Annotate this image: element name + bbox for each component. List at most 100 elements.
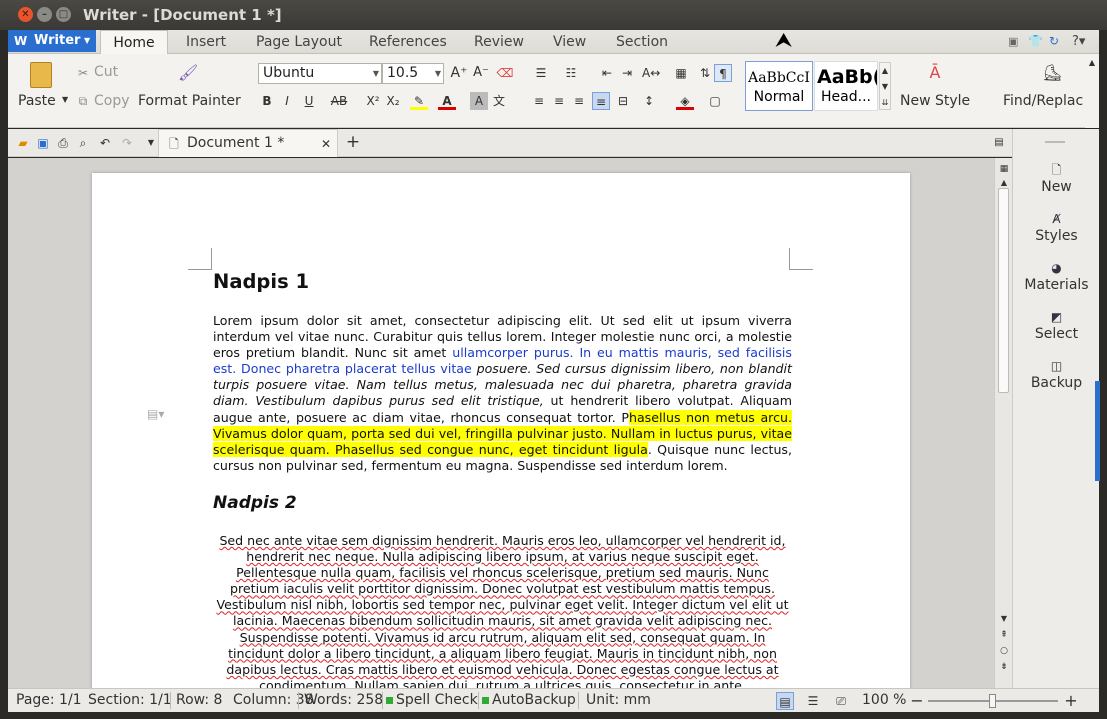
print-icon[interactable]: ⎙ — [54, 134, 72, 152]
maximize-window-icon[interactable]: □ — [56, 7, 71, 22]
tab-section[interactable]: Section — [616, 30, 668, 54]
char-spacing-icon[interactable]: A↔ — [642, 64, 660, 82]
numbered-list-icon[interactable]: ☷ — [562, 64, 580, 82]
next-page-icon[interactable]: ⇟ — [995, 658, 1013, 676]
style-gallery-scroll[interactable]: ▲ ▼ ⇊ — [879, 62, 891, 110]
page-view-icon[interactable]: ▤ — [776, 692, 794, 710]
document-workspace[interactable]: ▤▾ Nadpis 1 Lorem ipsum dolor sit amet, … — [8, 158, 994, 688]
tab-view[interactable]: View — [553, 30, 586, 54]
new-tab-icon[interactable]: + — [344, 133, 362, 151]
tab-insert[interactable]: Insert — [186, 30, 226, 54]
paragraph-1[interactable]: Lorem ipsum dolor sit amet, consectetur … — [213, 313, 792, 474]
help-icon[interactable]: ?▾ — [1072, 34, 1085, 49]
clear-format-icon[interactable]: ⌫ — [496, 64, 514, 82]
format-painter-button[interactable]: Format Painter — [138, 93, 241, 109]
char-shading-icon[interactable]: A — [470, 92, 488, 110]
doc-tab[interactable]: 🗋 Document 1 * ✕ — [158, 129, 338, 157]
font-size-select[interactable]: 10.5 ▼ — [382, 63, 444, 84]
table-icon[interactable]: ▦ — [672, 64, 690, 82]
status-unit[interactable]: Unit: mm — [586, 692, 651, 708]
style-heading[interactable]: AaBb( Head... — [814, 61, 878, 111]
italic-icon[interactable]: I — [278, 92, 296, 110]
scroll-thumb[interactable] — [998, 188, 1009, 393]
underline-icon[interactable]: U — [300, 92, 318, 110]
print-preview-icon[interactable]: ⌕ — [74, 134, 92, 152]
zoom-level[interactable]: 100 % — [862, 692, 906, 708]
subscript-icon[interactable]: X₂ — [384, 92, 402, 110]
skin-icon[interactable]: ▣ — [1008, 35, 1018, 48]
highlight-icon[interactable]: ✎ — [410, 92, 428, 110]
spell-check-toggle[interactable]: Spell Check — [386, 692, 478, 708]
increase-indent-icon[interactable]: ⇥ — [618, 64, 636, 82]
vertical-scrollbar[interactable]: ▦ ▲ ▼ ⇞ ○ ⇟ — [994, 158, 1012, 688]
sidebar-item-backup[interactable]: ◫ Backup — [1013, 359, 1100, 391]
scissors-icon[interactable]: ✂ — [74, 64, 92, 82]
app-menu-button[interactable]: W Writer ▼ — [8, 30, 96, 52]
tab-list-icon[interactable]: ▤ — [990, 134, 1008, 152]
sidebar-item-styles[interactable]: Ⱥ Styles — [1013, 212, 1100, 244]
paragraph-handle-icon[interactable]: ▤▾ — [147, 407, 164, 421]
grow-font-icon[interactable]: A⁺ — [450, 64, 468, 82]
phonetic-icon[interactable]: 文 — [490, 92, 508, 110]
bullet-list-icon[interactable]: ☰ — [532, 64, 550, 82]
strikethrough-icon[interactable]: AB — [330, 92, 348, 110]
save-icon[interactable]: ▣ — [34, 134, 52, 152]
superscript-icon[interactable]: X² — [364, 92, 382, 110]
autobackup-toggle[interactable]: AutoBackup — [482, 692, 576, 708]
paste-icon[interactable] — [30, 62, 52, 88]
borders-icon[interactable]: ▢ — [706, 92, 724, 110]
new-style-icon[interactable]: Ā — [926, 64, 944, 82]
line-spacing-icon[interactable]: ↕ — [640, 92, 658, 110]
font-name-select[interactable]: Ubuntu ▼ — [258, 63, 382, 84]
zoom-out-icon[interactable]: − — [908, 692, 926, 710]
web-view-icon[interactable]: ⎚ — [832, 692, 850, 710]
status-page[interactable]: Page: 1/1 — [16, 692, 82, 708]
tab-references[interactable]: References — [369, 30, 447, 54]
tab-home[interactable]: Home — [100, 30, 168, 54]
font-color-icon[interactable]: A — [438, 92, 456, 110]
outline-view-icon[interactable]: ☰ — [804, 692, 822, 710]
align-left-icon[interactable]: ≡ — [530, 92, 548, 110]
tab-page-layout[interactable]: Page Layout — [256, 30, 342, 54]
zoom-in-icon[interactable]: + — [1062, 692, 1080, 710]
copy-button[interactable]: Copy — [94, 93, 130, 109]
status-words[interactable]: Words: 258 — [304, 692, 383, 708]
sidebar-item-materials[interactable]: ◕ Materials — [1013, 261, 1100, 293]
align-right-icon[interactable]: ≡ — [570, 92, 588, 110]
decrease-indent-icon[interactable]: ⇤ — [598, 64, 616, 82]
align-center-icon[interactable]: ≡ — [550, 92, 568, 110]
zoom-slider-thumb[interactable] — [989, 694, 996, 708]
new-style-button[interactable]: New Style — [900, 93, 970, 109]
toolbar-scroll-up-icon[interactable]: ▲ — [1085, 54, 1099, 72]
document-page[interactable]: ▤▾ Nadpis 1 Lorem ipsum dolor sit amet, … — [92, 173, 910, 688]
brush-icon[interactable]: 🖌 — [178, 64, 198, 82]
find-replace-button[interactable]: Find/Replac — [1003, 93, 1083, 109]
refresh-icon[interactable]: ↻ — [1049, 34, 1059, 48]
sidebar-collapse-handle[interactable] — [1095, 381, 1100, 481]
minimize-window-icon[interactable]: – — [37, 7, 52, 22]
style-normal[interactable]: AaBbCcI Normal — [745, 61, 813, 111]
paragraph-2[interactable]: Sed nec ante vitae sem dignissim hendrer… — [213, 533, 792, 688]
paste-button[interactable]: Paste — [18, 93, 56, 109]
binoculars-icon[interactable]: ⛸ — [1042, 64, 1062, 82]
zoom-slider-track[interactable] — [928, 694, 1058, 708]
bold-icon[interactable]: B — [258, 92, 276, 110]
sidebar-item-select[interactable]: ◩ Select — [1013, 310, 1100, 342]
distribute-icon[interactable]: ⊟ — [614, 92, 632, 110]
shirt-icon[interactable]: 👕 — [1028, 34, 1043, 48]
cut-button[interactable]: Cut — [94, 64, 118, 80]
undo-icon[interactable]: ↶ — [96, 134, 114, 152]
sidebar-item-new[interactable]: 🗋 New — [1013, 163, 1100, 195]
redo-icon[interactable]: ↷ — [118, 134, 136, 152]
close-tab-icon[interactable]: ✕ — [317, 135, 335, 153]
tab-review[interactable]: Review — [474, 30, 524, 54]
copy-icon[interactable]: ⧉ — [74, 92, 92, 110]
shading-icon[interactable]: ◈ — [676, 92, 694, 110]
justify-icon[interactable]: ≡ — [592, 92, 610, 110]
show-marks-icon[interactable]: ¶ — [714, 64, 732, 82]
sort-icon[interactable]: ⇅ — [696, 64, 714, 82]
close-window-icon[interactable]: ✕ — [18, 7, 33, 22]
open-icon[interactable]: ▰ — [14, 134, 32, 152]
shrink-font-icon[interactable]: A⁻ — [472, 64, 490, 82]
chevron-down-icon: ▼ — [84, 36, 91, 45]
